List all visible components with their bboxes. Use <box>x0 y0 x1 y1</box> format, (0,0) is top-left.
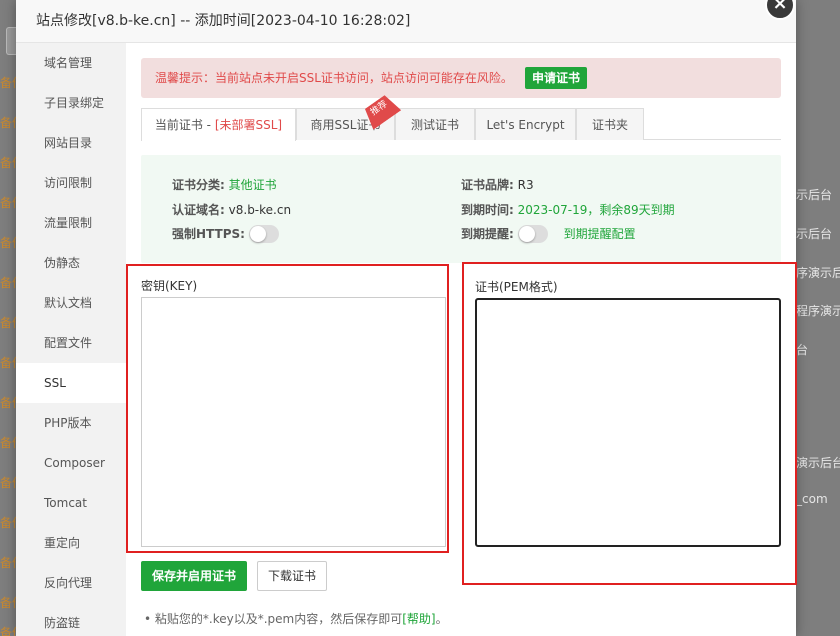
sidebar-item-rewrite[interactable]: 伪静态 <box>16 243 126 283</box>
tip-end: 。 <box>435 612 448 626</box>
sidebar-item-subdir[interactable]: 子目录绑定 <box>16 83 126 123</box>
background-fragment: 备份 <box>0 626 16 636</box>
background-fragment: 备份 <box>0 116 16 130</box>
cert-expire-row: 到期时间: 2023-07-19，剩余89天到期 <box>461 201 675 218</box>
background-fragment: 备份 <box>0 596 16 610</box>
apply-cert-button[interactable]: 申请证书 <box>524 66 587 89</box>
expire-remind-label: 到期提醒: <box>461 227 514 241</box>
background-fragment: 备份 <box>0 356 16 370</box>
background-left-column: 备份 备份 备份 备份 备份 备份 备份 备份 备份 备份 备份 备份 备份 备… <box>0 0 16 636</box>
cert-expire-label: 到期时间: <box>461 203 514 217</box>
sidebar-item-composer[interactable]: Composer <box>16 443 126 483</box>
sidebar-item-ssl[interactable]: SSL <box>16 363 126 403</box>
sidebar-item-tomcat[interactable]: Tomcat <box>16 483 126 523</box>
sidebar-item-site-dir[interactable]: 网站目录 <box>16 123 126 163</box>
cert-domain-row: 认证域名: v8.b-ke.cn <box>172 201 291 218</box>
background-right-column: 示后台 示后台 序演示后 程序演示 台 演示后台 _com <box>796 0 840 636</box>
sidebar-item-config-file[interactable]: 配置文件 <box>16 323 126 363</box>
expire-remind-config-link[interactable]: 到期提醒配置 <box>564 227 636 241</box>
help-link[interactable]: [帮助] <box>402 612 435 626</box>
sidebar-item-redirect[interactable]: 重定向 <box>16 523 126 563</box>
background-fragment: 台 <box>796 343 809 357</box>
sidebar-item-reverse-proxy[interactable]: 反向代理 <box>16 563 126 603</box>
tab-test-cert[interactable]: 测试证书 <box>395 108 475 140</box>
save-enable-cert-button[interactable]: 保存并启用证书 <box>141 561 247 591</box>
tab-cert-folder[interactable]: 证书夹 <box>576 108 644 140</box>
expire-remind-toggle[interactable] <box>517 224 548 243</box>
site-edit-modal: 站点修改[v8.b-ke.cn] -- 添加时间[2023-04-10 16:2… <box>16 0 797 636</box>
cert-expire-value: 2023-07-19，剩余89天到期 <box>517 203 675 217</box>
background-fragment: 备份 <box>0 196 16 210</box>
background-fragment: 备份 <box>0 396 16 410</box>
tab-current-cert[interactable]: 当前证书 - [未部署SSL] <box>141 108 296 141</box>
sidebar-item-php-version[interactable]: PHP版本 <box>16 403 126 443</box>
background-fragment: 备份 <box>0 556 16 570</box>
sidebar-item-hotlink[interactable]: 防盗链 <box>16 603 126 636</box>
cert-info-panel: 证书分类: 其他证书 认证域名: v8.b-ke.cn 强制HTTPS: 证书品… <box>141 155 781 263</box>
background-fragment: 程序演示 <box>796 304 840 318</box>
cert-domain-value: v8.b-ke.cn <box>228 203 292 217</box>
alert-text: 温馨提示：当前站点未开启SSL证书访问，站点访问可能存在风险。 <box>155 71 513 85</box>
cert-brand-label: 证书品牌: <box>461 178 514 192</box>
highlight-box-cert <box>462 262 797 585</box>
tab-current-status: [未部署SSL] <box>214 118 283 132</box>
background-fragment: 示后台 <box>796 227 833 241</box>
background-fragment: 备份 <box>0 236 16 250</box>
sidebar-item-default-doc[interactable]: 默认文档 <box>16 283 126 323</box>
cert-category-label: 证书分类: <box>172 178 225 192</box>
background-fragment: 备份 <box>0 516 16 530</box>
force-https-toggle[interactable] <box>248 224 279 243</box>
paste-tip: • 粘贴您的*.key以及*.pem内容，然后保存即可[帮助]。 <box>144 612 448 626</box>
force-https-row: 强制HTTPS: <box>172 224 279 244</box>
sidebar-item-traffic-limit[interactable]: 流量限制 <box>16 203 126 243</box>
background-fragment: 备份 <box>0 156 16 170</box>
background-fragment: 备份 <box>0 476 16 490</box>
background-fragment: 示后台 <box>796 188 833 202</box>
highlight-box-key <box>126 264 449 553</box>
modal-title: 站点修改[v8.b-ke.cn] -- 添加时间[2023-04-10 16:2… <box>16 0 796 43</box>
download-cert-button[interactable]: 下载证书 <box>257 561 327 591</box>
force-https-label: 强制HTTPS: <box>172 227 245 241</box>
cert-domain-label: 认证域名: <box>172 203 225 217</box>
background-fragment: 序演示后 <box>796 266 840 280</box>
sidebar-item-domain[interactable]: 域名管理 <box>16 43 126 83</box>
cert-brand-value: R3 <box>517 178 534 192</box>
tab-letsencrypt[interactable]: Let's Encrypt <box>475 108 576 140</box>
tab-current-label: 当前证书 - <box>154 118 215 132</box>
background-fragment: _com <box>796 492 828 506</box>
background-fragment: 备份 <box>0 316 16 330</box>
background-fragment: 备份 <box>0 276 16 290</box>
cert-category-value: 其他证书 <box>228 178 277 192</box>
expire-remind-row: 到期提醒: 到期提醒配置 <box>461 224 636 244</box>
background-fragment: 备份 <box>0 436 16 450</box>
tip-text: 粘贴您的*.key以及*.pem内容，然后保存即可 <box>154 612 403 626</box>
cert-brand-row: 证书品牌: R3 <box>461 176 534 193</box>
ssl-warning-alert: 温馨提示：当前站点未开启SSL证书访问，站点访问可能存在风险。 申请证书 <box>141 58 781 98</box>
modal-sidebar: 域名管理 子目录绑定 网站目录 访问限制 流量限制 伪静态 默认文档 配置文件 … <box>16 43 126 636</box>
sidebar-item-access-limit[interactable]: 访问限制 <box>16 163 126 203</box>
cert-tabs: 当前证书 - [未部署SSL] 商用SSL证书 测试证书 Let's Encry… <box>141 108 781 141</box>
cert-category-row: 证书分类: 其他证书 <box>172 176 277 193</box>
background-fragment: 演示后台 <box>796 456 840 470</box>
background-fragment: 备份 <box>0 76 16 90</box>
